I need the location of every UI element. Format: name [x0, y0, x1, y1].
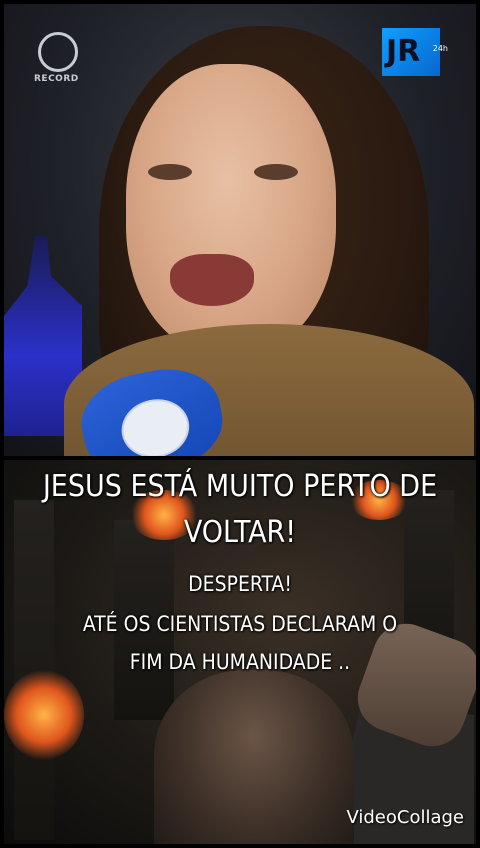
fire [4, 670, 84, 760]
apocalypse-image-frame: JESUS ESTÁ MUITO PERTO DE VOLTAR! DESPER… [4, 460, 476, 844]
record-logo-icon [38, 32, 78, 72]
caption-line-2: ATÉ OS CIENTISTAS DECLARAM O [82, 612, 398, 636]
jr-logo: JR 24h [382, 28, 448, 76]
left-eye [148, 164, 192, 180]
mic-logo-icon [116, 392, 195, 456]
caption-line-3: FIM DA HUMANIDADE .. [129, 650, 351, 674]
reporter-face [126, 64, 336, 354]
reporter-mouth [170, 254, 254, 306]
caption-title: JESUS ESTÁ MUITO PERTO DE VOLTAR! [42, 469, 438, 550]
right-eye [254, 164, 298, 180]
screaming-man [154, 670, 354, 844]
news-video-frame: RECORD JR 24h [4, 4, 476, 456]
jr-logo-text: JR [386, 34, 421, 69]
videocollage-watermark: VideoCollage [346, 807, 464, 828]
jr-logo-suffix: 24h [432, 44, 448, 53]
caption-line-1: DESPERTA! [188, 572, 292, 596]
record-logo-text: RECORD [34, 74, 79, 84]
